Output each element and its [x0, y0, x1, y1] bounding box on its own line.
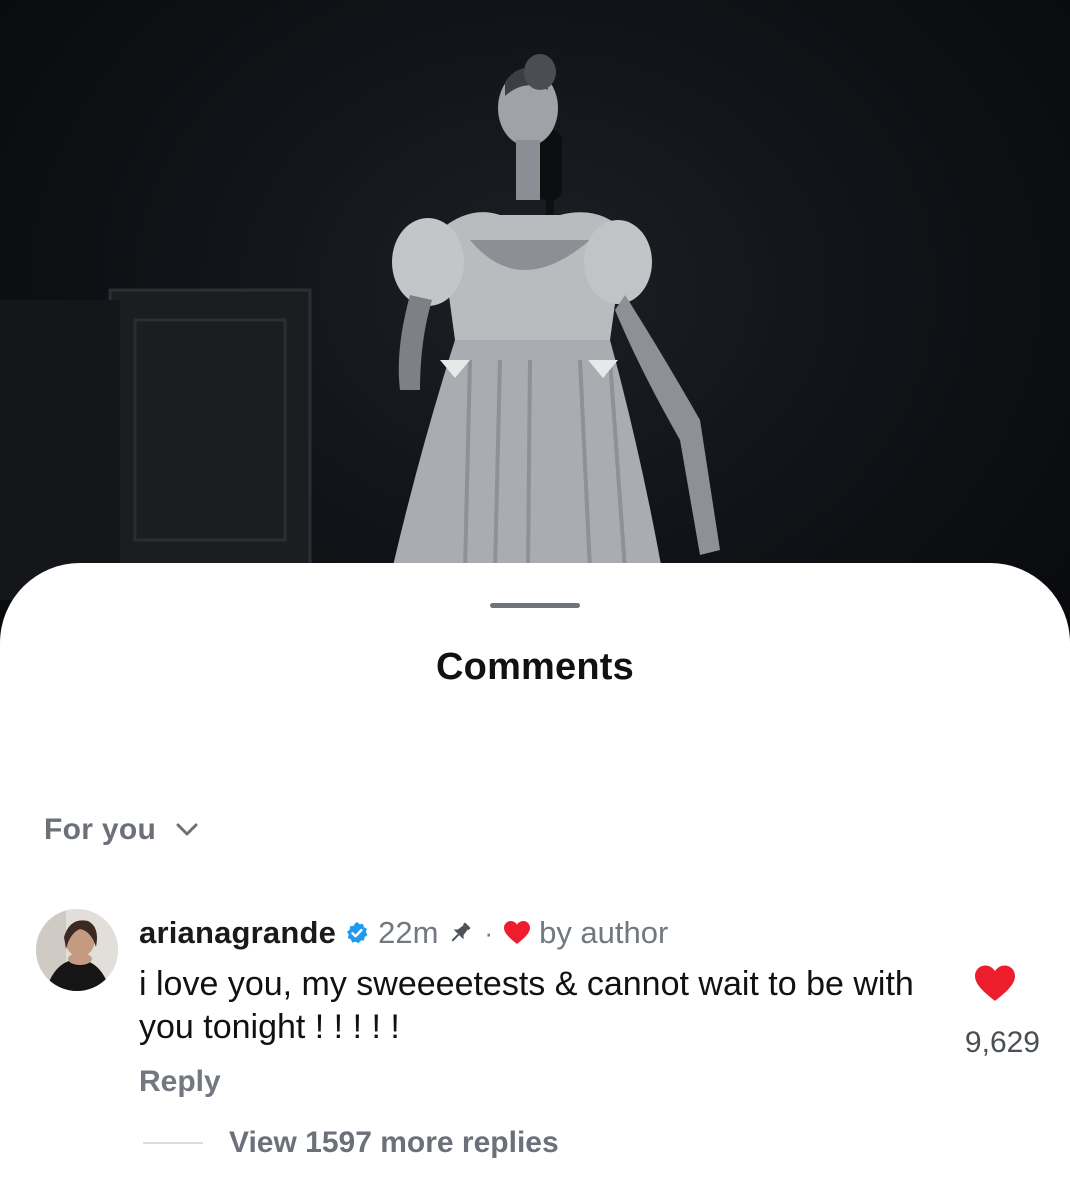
view-replies-label: View 1597 more replies — [229, 1126, 559, 1159]
pin-icon — [446, 919, 474, 947]
sort-label: For you — [44, 813, 157, 846]
comments-sheet: Comments For you arianagrande 22m · by a… — [0, 563, 1070, 1200]
like-button[interactable] — [973, 964, 1017, 1009]
avatar-image — [36, 909, 118, 991]
like-count: 9,629 — [964, 1026, 1040, 1059]
liked-by-author-label: by author — [539, 915, 669, 950]
avatar[interactable] — [36, 909, 118, 991]
comment-username[interactable]: arianagrande — [139, 915, 336, 951]
replies-divider — [143, 1142, 203, 1144]
comment-text: i love you, my sweeeetests & cannot wait… — [139, 965, 914, 1046]
comment-meta: arianagrande 22m · by author — [139, 913, 668, 953]
chevron-down-icon — [176, 823, 198, 836]
author-heart-icon — [503, 920, 531, 946]
sort-dropdown[interactable]: For you — [44, 813, 198, 847]
sheet-drag-handle[interactable] — [490, 603, 580, 608]
view-replies-button[interactable]: View 1597 more replies — [143, 1126, 559, 1160]
screen: Comments For you arianagrande 22m · by a… — [0, 0, 1070, 1200]
heart-icon — [975, 965, 1015, 1001]
meta-separator: · — [484, 917, 494, 948]
reply-button[interactable]: Reply — [139, 1065, 221, 1099]
comment-time: 22m — [378, 915, 439, 950]
verified-badge-icon — [345, 921, 369, 945]
sheet-title: Comments — [436, 646, 634, 688]
